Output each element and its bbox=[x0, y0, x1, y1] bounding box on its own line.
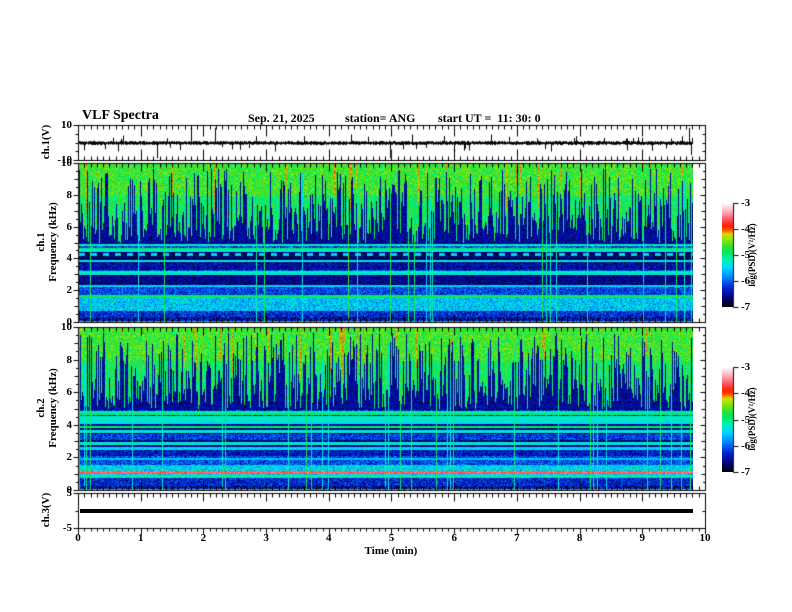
axes-and-ticks-canvas bbox=[0, 0, 792, 612]
vlf-spectra-figure: VLF Spectra Sep. 21, 2025 station= ANG s… bbox=[0, 0, 792, 612]
